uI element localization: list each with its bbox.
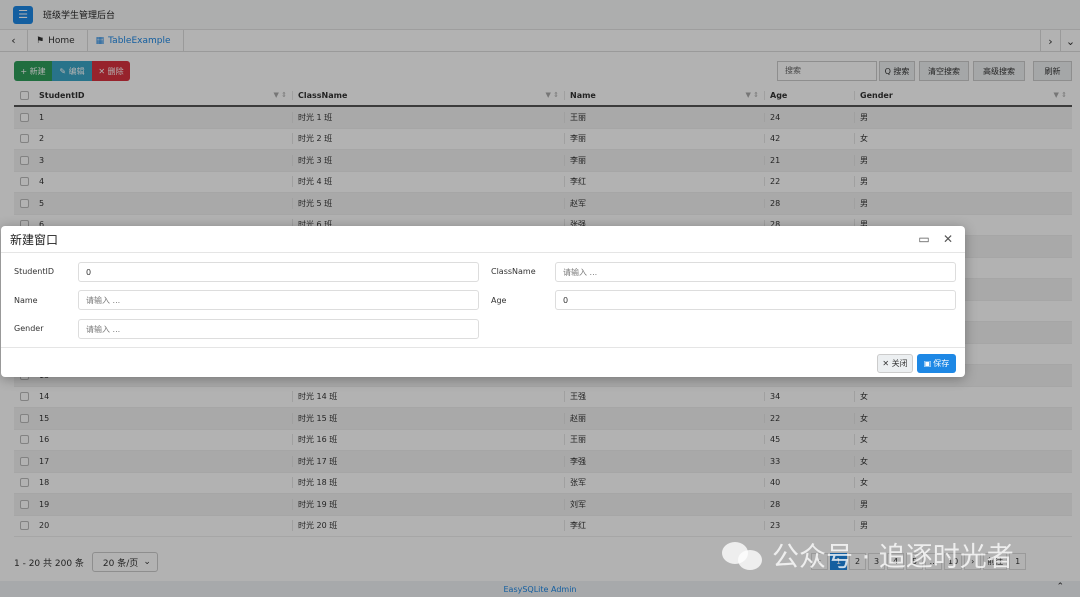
studentid-label: StudentID	[14, 267, 55, 276]
age-field[interactable]	[555, 290, 956, 310]
watermark: 公众号 · 追逐时光者	[722, 535, 1014, 574]
save-icon: ▣	[923, 359, 932, 368]
name-field[interactable]	[78, 290, 479, 310]
age-label: Age	[491, 296, 507, 305]
studentid-field[interactable]	[78, 262, 479, 282]
dialog-title: 新建窗口	[10, 232, 59, 247]
maximize-icon[interactable]: ▭	[915, 232, 933, 246]
dialog-header: 新建窗口 ▭ ✕	[1, 226, 965, 253]
classname-label: ClassName	[491, 267, 536, 276]
close-button[interactable]: ✕ 关闭	[877, 354, 913, 373]
close-icon[interactable]: ✕	[939, 232, 957, 246]
save-button[interactable]: ▣ 保存	[917, 354, 956, 373]
classname-field[interactable]	[555, 262, 956, 282]
gender-label: Gender	[14, 324, 44, 333]
new-record-dialog: 新建窗口 ▭ ✕ StudentID ClassName Name Age Ge…	[1, 226, 965, 377]
wechat-icon	[722, 538, 764, 572]
dialog-footer: ✕ 关闭 ▣ 保存	[1, 347, 965, 377]
name-label: Name	[14, 296, 38, 305]
save-button-label: 保存	[933, 359, 950, 368]
watermark-text: 公众号 · 追逐时光者	[772, 542, 1014, 573]
gender-field[interactable]	[78, 319, 479, 339]
